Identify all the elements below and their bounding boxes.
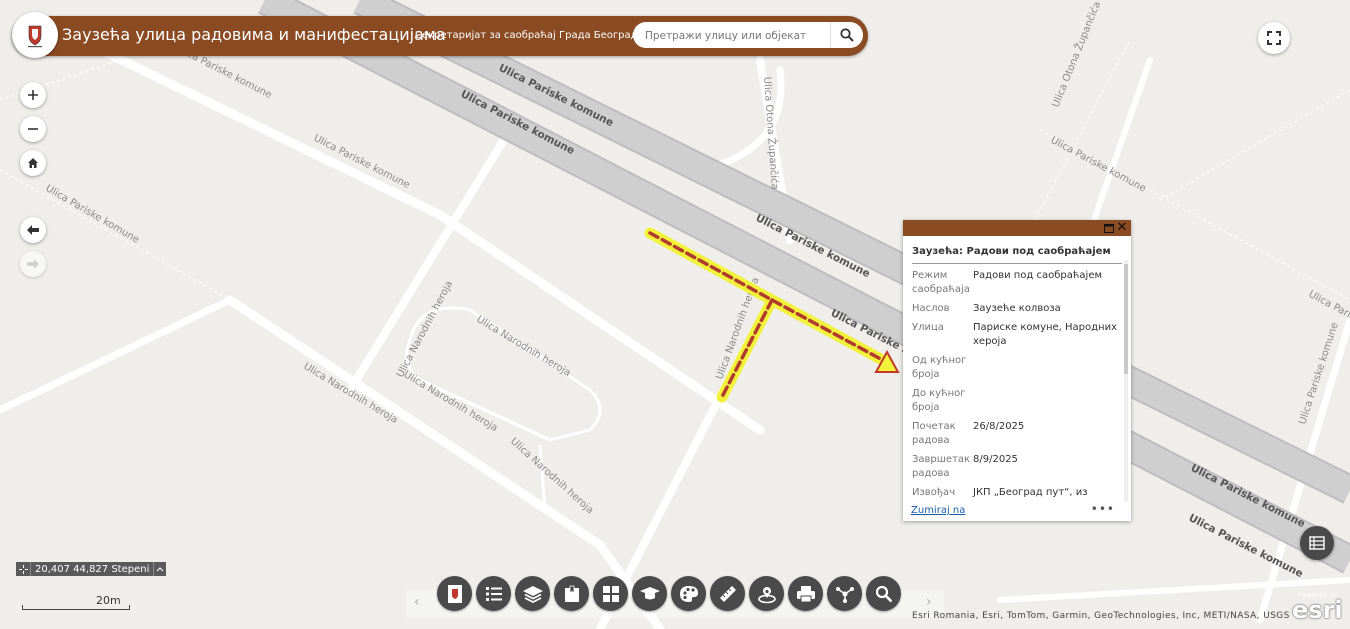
home-button[interactable]	[20, 150, 46, 176]
popup-attribute-row: Извођач ЈКП „Београд пут“, из	[912, 486, 1124, 499]
popup-attribute-key: Почетак радова	[912, 421, 956, 446]
esri-logo[interactable]: esri	[1292, 596, 1343, 624]
fullscreen-button[interactable]	[1258, 22, 1290, 54]
popup-attribute-key: Завршетак радова	[912, 454, 971, 479]
popup-attribute-key: Улица	[912, 322, 944, 333]
popup-attribute-key: Режим саобраћаја	[912, 270, 970, 295]
popup-attribute-key: Извођач	[912, 487, 956, 498]
layer-list-tool[interactable]	[476, 576, 511, 611]
measure-tool[interactable]	[710, 576, 745, 611]
graduation-cap-icon	[639, 586, 660, 599]
popup-titlebar: ✕	[903, 220, 1131, 236]
grid-icon	[602, 585, 619, 602]
search-icon	[840, 28, 854, 42]
popup-attribute-value: 26/8/2025	[973, 421, 1025, 432]
popup-scrollbar[interactable]	[1124, 260, 1128, 502]
coordinate-text: 20,407 44,827 Stepeni	[35, 563, 150, 575]
popup-attribute-row: Наслов Заузеће колвоза	[912, 302, 1124, 316]
popup-attribute-key: Наслов	[912, 303, 950, 314]
popup-attribute-row: До кућног броја	[912, 387, 1124, 415]
popup-attribute-row: Режим саобраћаја Радови под саобраћајем	[912, 269, 1124, 297]
search-input[interactable]	[643, 26, 833, 46]
crosshair-icon[interactable]	[16, 562, 31, 576]
about-tool[interactable]	[437, 576, 472, 611]
popup-attribute-row: Завршетак радова 8/9/2025	[912, 453, 1124, 481]
app-subtitle: Секретаријат за саобраћај Града Београда	[415, 30, 644, 41]
zoom-out-button[interactable]	[20, 116, 46, 142]
list-icon	[485, 586, 502, 601]
location-pin-icon	[757, 586, 776, 603]
palette-icon	[679, 585, 698, 602]
draw-tool[interactable]	[671, 576, 706, 611]
popup-attribute-row: Улица Париске комуне, Народних хероја	[912, 321, 1124, 349]
share-icon	[835, 586, 854, 603]
popup-attribute-value	[973, 354, 1124, 382]
search-box	[633, 22, 863, 48]
next-extent-button[interactable]	[20, 251, 46, 277]
plus-icon	[28, 90, 38, 100]
bookmark-tool[interactable]	[554, 576, 589, 611]
chevron-up-icon	[156, 567, 164, 572]
maximize-icon	[1104, 223, 1114, 233]
popup-attributes: Режим саобраћаја Радови под саобраћајем На…	[912, 269, 1124, 499]
search-tool[interactable]	[866, 576, 901, 611]
popup-attribute-key: До кућног броја	[912, 388, 966, 413]
popup-attribute-row: Од кућног броја	[912, 354, 1124, 382]
popup-heading: Заузећа: Радови под саобраћајем	[912, 246, 1122, 264]
popup-attribute-value: Заузеће колвоза	[973, 303, 1061, 314]
widget-toolbar	[437, 576, 901, 612]
minus-icon	[28, 128, 38, 130]
map-view[interactable]: Ulica Pariske komune Ulica Pariske komun…	[0, 0, 1350, 629]
printer-icon	[796, 585, 815, 602]
popup-attribute-value: 8/9/2025	[973, 454, 1018, 465]
list-icon	[1309, 536, 1325, 550]
popup-attribute-value: Париске комуне, Народних хероја	[973, 322, 1118, 347]
bookmark-icon	[564, 585, 579, 602]
popup-scrollbar-thumb[interactable]	[1124, 264, 1128, 374]
ruler-icon	[719, 585, 736, 602]
coordinate-readout: 20,407 44,827 Stepeni	[16, 562, 167, 576]
arrow-left-icon	[27, 225, 39, 235]
attribute-table-button[interactable]	[1300, 526, 1334, 560]
coordinate-toggle-button[interactable]	[153, 562, 166, 576]
feature-popup: ✕ Заузећа: Радови под саобраћајем Режим …	[903, 220, 1131, 521]
popup-attribute-key: Од кућног броја	[912, 355, 967, 380]
popup-close-button[interactable]: ✕	[1116, 221, 1128, 235]
share-tool[interactable]	[827, 576, 862, 611]
basemap-gallery-tool[interactable]	[593, 576, 628, 611]
popup-more-button[interactable]: •••	[1091, 502, 1115, 516]
layers-icon	[522, 585, 543, 603]
fullscreen-icon	[1267, 31, 1281, 45]
coat-of-arms-icon	[28, 25, 42, 48]
popup-attribute-value	[973, 387, 1124, 415]
legend-tool[interactable]	[632, 576, 667, 611]
about-icon	[447, 584, 462, 603]
map-attribution: Esri Romania, Esri, TomTom, Garmin, GeoT…	[912, 611, 1290, 621]
toolbar-prev-button[interactable]: ‹	[414, 594, 420, 610]
zoom-in-button[interactable]	[20, 82, 46, 108]
popup-attribute-value: ЈКП „Београд пут“, из	[973, 487, 1088, 498]
popup-attribute-value: Радови под саобраћајем	[973, 270, 1103, 281]
app-title: Заузећа улица радовима и манифестацијама	[62, 25, 446, 44]
scale-label: 20m	[96, 594, 121, 607]
city-logo[interactable]	[12, 12, 58, 58]
search-icon	[875, 585, 892, 602]
location-tool[interactable]	[749, 576, 784, 611]
popup-maximize-button[interactable]	[1103, 222, 1115, 234]
toolbar-next-button[interactable]: ›	[926, 594, 932, 610]
popup-attribute-row: Почетак радова 26/8/2025	[912, 420, 1124, 448]
search-button[interactable]	[830, 22, 863, 48]
arrow-right-icon	[27, 259, 39, 269]
previous-extent-button[interactable]	[20, 217, 46, 243]
layers-tool[interactable]	[515, 576, 550, 611]
zoom-to-link[interactable]: Zumiraj na	[911, 505, 965, 516]
print-tool[interactable]	[788, 576, 823, 611]
home-icon	[28, 158, 38, 168]
